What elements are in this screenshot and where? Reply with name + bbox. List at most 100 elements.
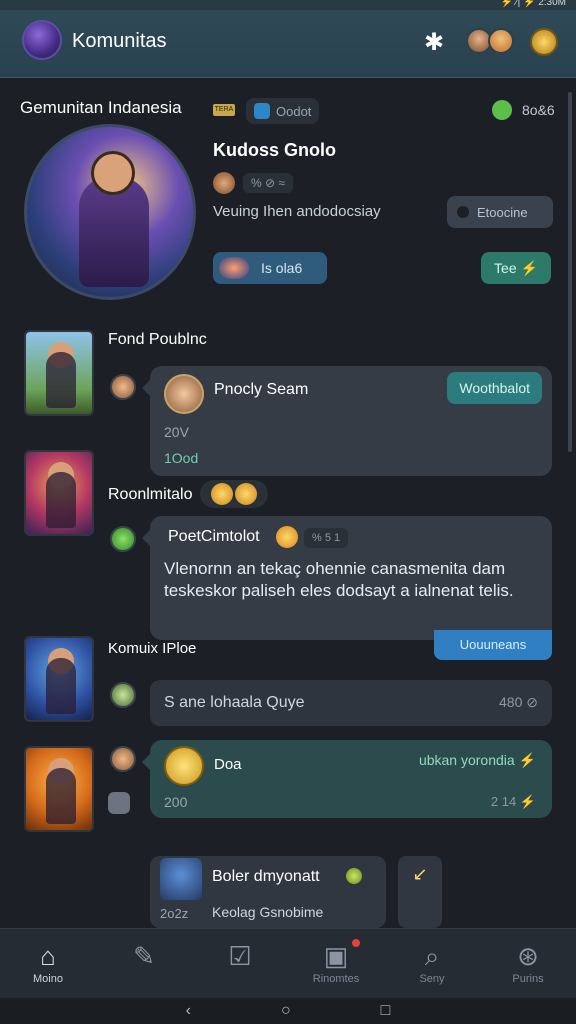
id-icon — [254, 103, 270, 119]
friends-avatars[interactable] — [466, 28, 518, 58]
etoocine-button[interactable]: Etoocine — [447, 196, 553, 228]
avatar[interactable] — [110, 746, 136, 772]
like-button[interactable]: ↙ — [398, 856, 442, 928]
featured-meta: % ⊘ ≈ — [213, 172, 293, 194]
post-tag[interactable]: ubkan yorondia ⚡ — [419, 752, 536, 769]
bottom-nav: ⌂ Moino ✎ ☑ ▣ Rinomtes ⌕ Seny ⊛ Purins — [0, 928, 576, 998]
post-count: 20V — [164, 424, 189, 440]
puzzle-icon[interactable] — [108, 792, 130, 814]
nav-search[interactable]: ⌕ Seny — [384, 929, 480, 998]
app-logo[interactable] — [22, 20, 62, 60]
community-thumbnail[interactable] — [24, 746, 94, 832]
community-thumbnail[interactable] — [24, 330, 94, 416]
avatar — [213, 172, 235, 194]
post-text: Vlenornn an tekaç ohennie canasmenita da… — [164, 559, 514, 600]
avatar[interactable] — [110, 374, 136, 400]
gold-tag: TERA — [213, 104, 235, 116]
online-icon — [492, 100, 512, 120]
post-bubble[interactable]: PoetCimtolot % 5 1 Vlenornn an tekaç ohe… — [142, 516, 552, 640]
join-button[interactable]: Is ola6 — [213, 252, 327, 284]
id-pill[interactable]: Oodot — [246, 98, 320, 124]
online-count-text: 8o&6 — [522, 102, 555, 118]
row-label: Komuix IPloe — [108, 640, 197, 657]
post-chip: % 5 1 — [304, 528, 349, 548]
home-circle-icon[interactable]: ○ — [281, 1002, 291, 1020]
featured-name: Kudoss Gnolo — [213, 140, 336, 160]
comment-input[interactable]: S ane lohaala Quye 480 ⊘ — [150, 680, 552, 726]
app-header: Komunitas ✱ — [0, 10, 576, 78]
tee-button[interactable]: Tee ⚡ — [481, 252, 551, 284]
post-count: 2o2z — [160, 906, 189, 921]
meta-chip: % ⊘ ≈ — [243, 173, 293, 193]
coin-icon[interactable] — [530, 28, 558, 56]
system-nav: ‹ ○ □ — [0, 998, 576, 1024]
thumb-figure — [46, 352, 76, 408]
nav-home[interactable]: ⌂ Moino — [0, 929, 96, 998]
community-thumbnail[interactable] — [24, 636, 94, 722]
post-author: PoetCimtolot — [168, 528, 260, 545]
scrollbar[interactable] — [568, 92, 572, 452]
avatar[interactable] — [110, 526, 136, 552]
reaction-pill[interactable] — [200, 480, 268, 508]
record-icon — [457, 206, 469, 218]
coin-icon — [164, 746, 204, 786]
post-author: Pnocly Seam — [214, 381, 309, 398]
inbox-icon: ▣ — [323, 941, 349, 971]
join-label: Is ola6 — [261, 260, 303, 276]
hero-head — [91, 151, 135, 195]
thumb-figure — [46, 472, 76, 528]
search-icon: ⌕ — [424, 941, 440, 971]
pencil-icon: ✎ — [133, 941, 155, 971]
post-tab-button[interactable]: Uouuneans — [434, 630, 552, 660]
community-thumbnail[interactable] — [24, 450, 94, 536]
nav-label: Moino — [33, 973, 63, 985]
row-label: Fond Poublnc — [108, 331, 207, 348]
post-count: 200 — [164, 794, 188, 810]
row-label: Roonlmitalo — [108, 486, 193, 503]
nav-label: Rinomtes — [312, 973, 360, 985]
etoocine-label: Etoocine — [477, 204, 528, 220]
recents-icon[interactable]: □ — [381, 1002, 391, 1020]
featured-hero-image[interactable] — [24, 124, 196, 300]
nav-profile[interactable]: ⊛ Purins — [480, 929, 576, 998]
post-subtitle: Keolag Gsnobime — [212, 904, 324, 920]
nav-tasks[interactable]: ☑ — [192, 929, 288, 998]
avatar[interactable] — [110, 682, 136, 708]
thumb-figure — [46, 768, 76, 824]
avatar — [164, 374, 204, 414]
badge-icon — [346, 868, 362, 884]
comment-meta: 480 ⊘ — [499, 694, 538, 710]
star-icon[interactable]: ✱ — [424, 28, 444, 57]
post-author: Boler dmyonatt — [212, 868, 320, 885]
post-card[interactable]: Boler dmyonatt 2o2z Keolag Gsnobime — [150, 856, 386, 928]
profile-icon: ⊛ — [517, 941, 539, 971]
notification-dot — [352, 939, 360, 947]
status-text: ⚡ ⁄| ⚡ 2:30M — [500, 0, 566, 8]
post-bubble[interactable]: Pnocly Seam Woothbalot 20V 1Ood — [142, 366, 552, 476]
emoji-icon — [276, 526, 298, 548]
thumb-figure — [46, 658, 76, 714]
back-icon[interactable]: ‹ — [186, 1002, 191, 1020]
online-count: 8o&6 — [492, 100, 555, 120]
post-link[interactable]: 1Ood — [164, 450, 198, 466]
page-title: Komunitas — [72, 30, 167, 52]
avatar — [488, 28, 514, 54]
nav-write[interactable]: ✎ — [96, 929, 192, 998]
status-bar: ⚡ ⁄| ⚡ 2:30M — [0, 0, 576, 10]
community-name: Gemunitan Indanesia — [20, 98, 182, 117]
post-chip-button[interactable]: Woothbalot — [447, 372, 542, 404]
emoji-icon — [235, 483, 257, 505]
home-icon: ⌂ — [40, 941, 56, 971]
nav-label: Purins — [512, 973, 544, 985]
post-bubble[interactable]: Doa ubkan yorondia ⚡ 200 2 14 ⚡ — [142, 740, 552, 818]
id-label: Oodot — [276, 103, 312, 119]
avatar — [160, 858, 202, 900]
featured-description: Veuing Ihen andodocsiay — [213, 203, 381, 220]
check-icon: ☑ — [228, 941, 252, 971]
post-author: Doa — [214, 756, 242, 773]
avatar — [219, 257, 249, 279]
comment-text: S ane lohaala Quye — [164, 694, 305, 711]
post-meta: 2 14 ⚡ — [490, 794, 536, 809]
nav-inbox[interactable]: ▣ Rinomtes — [288, 929, 384, 998]
emoji-icon — [211, 483, 233, 505]
